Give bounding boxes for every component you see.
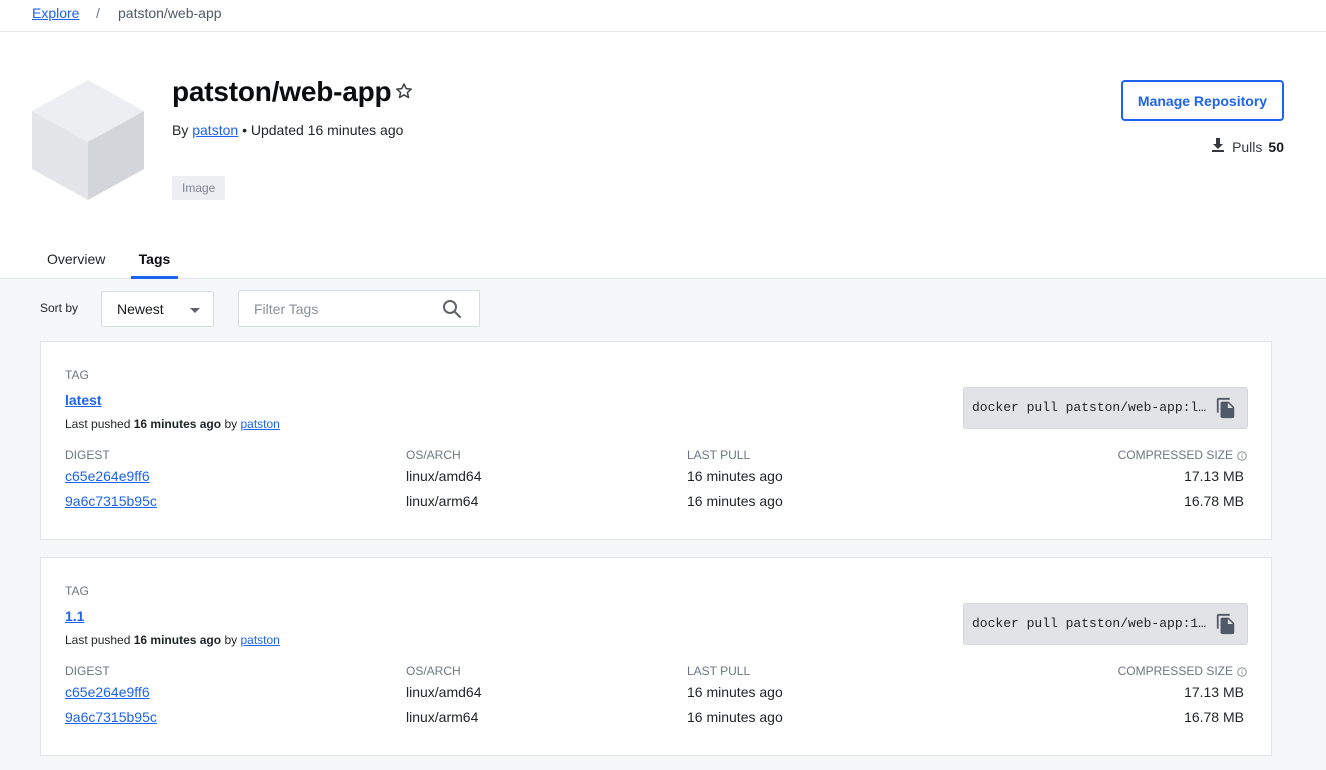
breadcrumb-explore-link[interactable]: Explore [32, 5, 79, 21]
last-pushed-info: Last pushed 16 minutes ago by patston [65, 417, 280, 431]
tag-column-label: TAG [65, 584, 89, 598]
last-pull-value: 16 minutes ago [687, 684, 783, 700]
os-arch-header: OS/ARCH [406, 448, 461, 462]
digest-header: DIGEST [65, 448, 110, 462]
pull-command-box: docker pull patston/web-app:latest [963, 387, 1248, 429]
os-arch-value: linux/arm64 [406, 493, 479, 509]
by-label: By [172, 122, 189, 138]
table-row: 9a6c7315b95c linux/arm64 16 minutes ago … [41, 709, 1271, 729]
pushed-by-label: by [224, 633, 238, 647]
size-value: 17.13 MB [1184, 468, 1244, 484]
table-row: 9a6c7315b95c linux/arm64 16 minutes ago … [41, 493, 1271, 513]
tag-column-label: TAG [65, 368, 89, 382]
info-icon[interactable] [1237, 450, 1247, 461]
breadcrumb-separator: / [96, 5, 100, 21]
table-row: c65e264e9ff6 linux/amd64 16 minutes ago … [41, 468, 1271, 488]
owner-link[interactable]: patston [192, 122, 238, 138]
digest-link[interactable]: 9a6c7315b95c [65, 709, 157, 725]
tags-content: Sort by Newest TAG latest Last pushed 16… [0, 279, 1326, 770]
pull-command-text[interactable]: docker pull patston/web-app:1.1 [972, 616, 1212, 631]
caret-down-icon [190, 308, 200, 313]
size-value: 16.78 MB [1184, 493, 1244, 509]
breadcrumb: Explore / patston/web-app [0, 0, 1326, 32]
last-pull-value: 16 minutes ago [687, 493, 783, 509]
pushed-time: 16 minutes ago [133, 417, 222, 431]
pushed-time: 16 minutes ago [133, 633, 222, 647]
filter-tags-field [238, 290, 480, 327]
updated-text: • Updated 16 minutes ago [242, 122, 404, 138]
sort-dropdown[interactable]: Newest [101, 291, 214, 327]
last-pull-value: 16 minutes ago [687, 709, 783, 725]
breadcrumb-current: patston/web-app [118, 5, 222, 21]
repo-meta: By patston • Updated 16 minutes ago [172, 122, 403, 138]
os-arch-value: linux/arm64 [406, 709, 479, 725]
sort-label: Sort by [40, 301, 79, 315]
size-value: 17.13 MB [1184, 684, 1244, 700]
pushed-by-link[interactable]: patston [240, 417, 279, 431]
tab-tags[interactable]: Tags [131, 251, 178, 279]
tab-bar: Overview Tags [0, 240, 1326, 279]
os-arch-header: OS/ARCH [406, 664, 461, 678]
filter-tags-input[interactable] [239, 291, 439, 326]
cube-icon [30, 78, 146, 202]
digest-link[interactable]: c65e264e9ff6 [65, 468, 150, 484]
digest-header: DIGEST [65, 664, 110, 678]
pulls-stat: Pulls 50 [1210, 137, 1284, 156]
compressed-size-header: COMPRESSED SIZE [1118, 664, 1247, 678]
tag-card: TAG 1.1 Last pushed 16 minutes ago by pa… [40, 557, 1272, 756]
search-icon[interactable] [442, 299, 462, 319]
os-arch-value: linux/amd64 [406, 684, 482, 700]
tag-card: TAG latest Last pushed 16 minutes ago by… [40, 341, 1272, 540]
download-icon [1210, 137, 1226, 156]
last-pull-value: 16 minutes ago [687, 468, 783, 484]
pulls-count: 50 [1268, 138, 1284, 155]
pushed-prefix: Last pushed [65, 633, 131, 647]
last-pushed-info: Last pushed 16 minutes ago by patston [65, 633, 280, 647]
repo-title: patston/web-app [172, 76, 392, 107]
digest-link[interactable]: c65e264e9ff6 [65, 684, 150, 700]
size-value: 16.78 MB [1184, 709, 1244, 725]
digest-link[interactable]: 9a6c7315b95c [65, 493, 157, 509]
type-badge: Image [172, 176, 226, 200]
compressed-size-header: COMPRESSED SIZE [1118, 448, 1247, 462]
os-arch-value: linux/amd64 [406, 468, 482, 484]
pulls-label: Pulls [1232, 138, 1263, 155]
copy-icon[interactable] [1215, 397, 1237, 419]
pushed-by-link[interactable]: patston [240, 633, 279, 647]
manage-repository-button[interactable]: Manage Repository [1121, 80, 1284, 121]
tag-name-link[interactable]: latest [65, 392, 102, 408]
pushed-by-label: by [224, 417, 238, 431]
pushed-prefix: Last pushed [65, 417, 131, 431]
copy-icon[interactable] [1215, 613, 1237, 635]
compressed-size-label: COMPRESSED SIZE [1117, 664, 1233, 678]
sort-value: Newest [117, 301, 164, 317]
star-icon[interactable] [394, 81, 414, 101]
last-pull-header: LAST PULL [687, 664, 751, 678]
compressed-size-label: COMPRESSED SIZE [1117, 448, 1233, 462]
info-icon[interactable] [1237, 666, 1247, 677]
pull-command-text[interactable]: docker pull patston/web-app:latest [972, 400, 1212, 415]
pull-command-box: docker pull patston/web-app:1.1 [963, 603, 1248, 645]
tab-overview[interactable]: Overview [47, 251, 105, 279]
table-row: c65e264e9ff6 linux/amd64 16 minutes ago … [41, 684, 1271, 704]
tag-name-link[interactable]: 1.1 [65, 608, 84, 624]
last-pull-header: LAST PULL [687, 448, 751, 462]
